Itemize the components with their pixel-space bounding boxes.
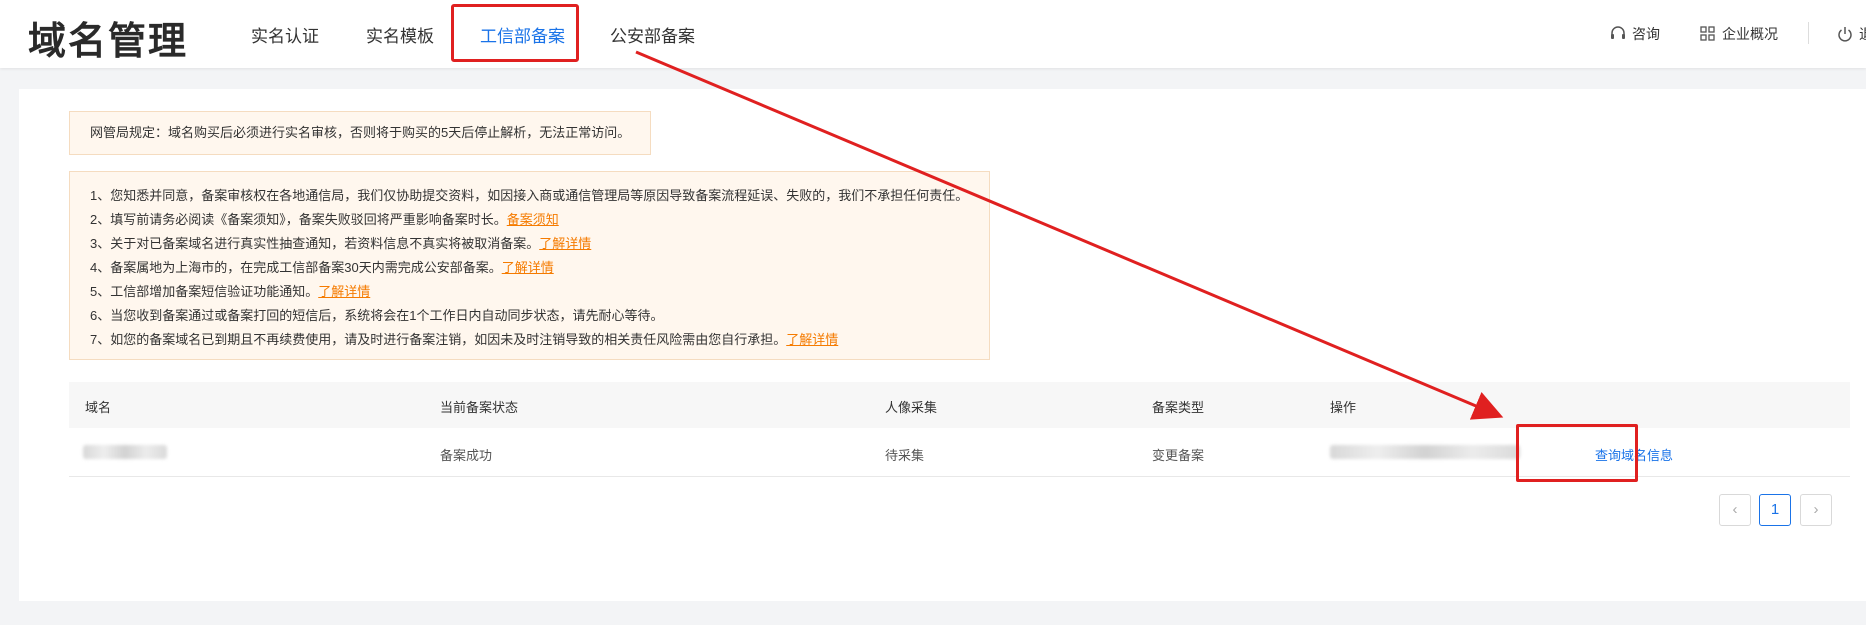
column-header-domain: 域名 <box>85 400 112 415</box>
consult-label: 咨询 <box>1632 26 1660 42</box>
notice-item: 2、填写前请务必阅读《备案须知》，备案失败驳回将严重影响备案时长。备案须知 <box>90 212 559 227</box>
regulation-notice: 网管局规定：域名购买后必须进行实名审核，否则将于购买的5天后停止解析，无法正常访… <box>69 111 651 155</box>
column-header-status: 当前备案状态 <box>440 400 519 415</box>
notice-item: 6、当您收到备案通过或备案打回的短信后，系统将会在1个工作日内自动同步状态，请先… <box>90 308 664 323</box>
column-header-type: 备案类型 <box>1152 400 1205 415</box>
pagination-next-button[interactable]: › <box>1800 494 1832 526</box>
logout-button[interactable]: 退 <box>1836 24 1866 44</box>
notice-link[interactable]: 了解详情 <box>539 236 591 251</box>
notice-item: 3、关于对已备案域名进行真实性抽查通知，若资料信息不真实将被取消备案。了解详情 <box>90 236 592 251</box>
power-icon <box>1836 25 1854 43</box>
status-cell: 备案成功 <box>440 448 493 463</box>
notice-link[interactable]: 了解详情 <box>786 332 838 347</box>
redacted-action-links <box>1330 445 1520 459</box>
annotation-box-action <box>1516 424 1638 482</box>
logout-label: 退 <box>1859 24 1866 44</box>
notice-item: 1、您知悉并同意，备案审核权在各地通信局，我们仅协助提交资料，如因接入商或通信管… <box>90 188 969 203</box>
notice-item: 5、工信部增加备案短信验证功能通知。了解详情 <box>90 284 371 299</box>
tab-police-filing[interactable]: 公安部备案 <box>610 22 695 47</box>
page-title: 域名管理 <box>28 21 189 63</box>
enterprise-overview-button[interactable]: 企业概况 <box>1699 24 1778 44</box>
grid-icon <box>1699 25 1717 43</box>
filing-notice-list: 1、您知悉并同意，备案审核权在各地通信局，我们仅协助提交资料，如因接入商或通信管… <box>69 171 990 360</box>
domain-cell-redacted <box>83 445 167 459</box>
headset-icon <box>1609 25 1627 43</box>
top-header: 域名管理 实名认证 实名模板 工信部备案 公安部备案 咨询 企业概况 退 <box>0 0 1866 68</box>
header-divider <box>1808 22 1809 44</box>
column-header-action: 操作 <box>1330 400 1357 415</box>
notice-link[interactable]: 备案须知 <box>507 212 559 227</box>
table-header: 域名 当前备案状态 人像采集 备案类型 操作 <box>69 382 1850 429</box>
notice-link[interactable]: 了解详情 <box>502 260 554 275</box>
pagination-page-1[interactable]: 1 <box>1759 494 1791 526</box>
tab-real-name-template[interactable]: 实名模板 <box>366 22 434 47</box>
portrait-cell: 待采集 <box>885 448 925 463</box>
notice-item: 7、如您的备案域名已到期且不再续费使用，请及时进行备案注销，如因未及时注销导致的… <box>90 332 839 347</box>
enterprise-overview-label: 企业概况 <box>1722 26 1778 42</box>
consult-button[interactable]: 咨询 <box>1609 24 1660 44</box>
notice-item: 4、备案属地为上海市的，在完成工信部备案30天内需完成公安部备案。了解详情 <box>90 260 554 275</box>
notice-link[interactable]: 了解详情 <box>318 284 370 299</box>
column-header-portrait: 人像采集 <box>885 400 938 415</box>
tab-real-name-auth[interactable]: 实名认证 <box>251 22 319 47</box>
pagination-prev-button[interactable]: ‹ <box>1719 494 1751 526</box>
annotation-box-tab <box>451 4 579 62</box>
filing-type-cell: 变更备案 <box>1152 448 1205 463</box>
